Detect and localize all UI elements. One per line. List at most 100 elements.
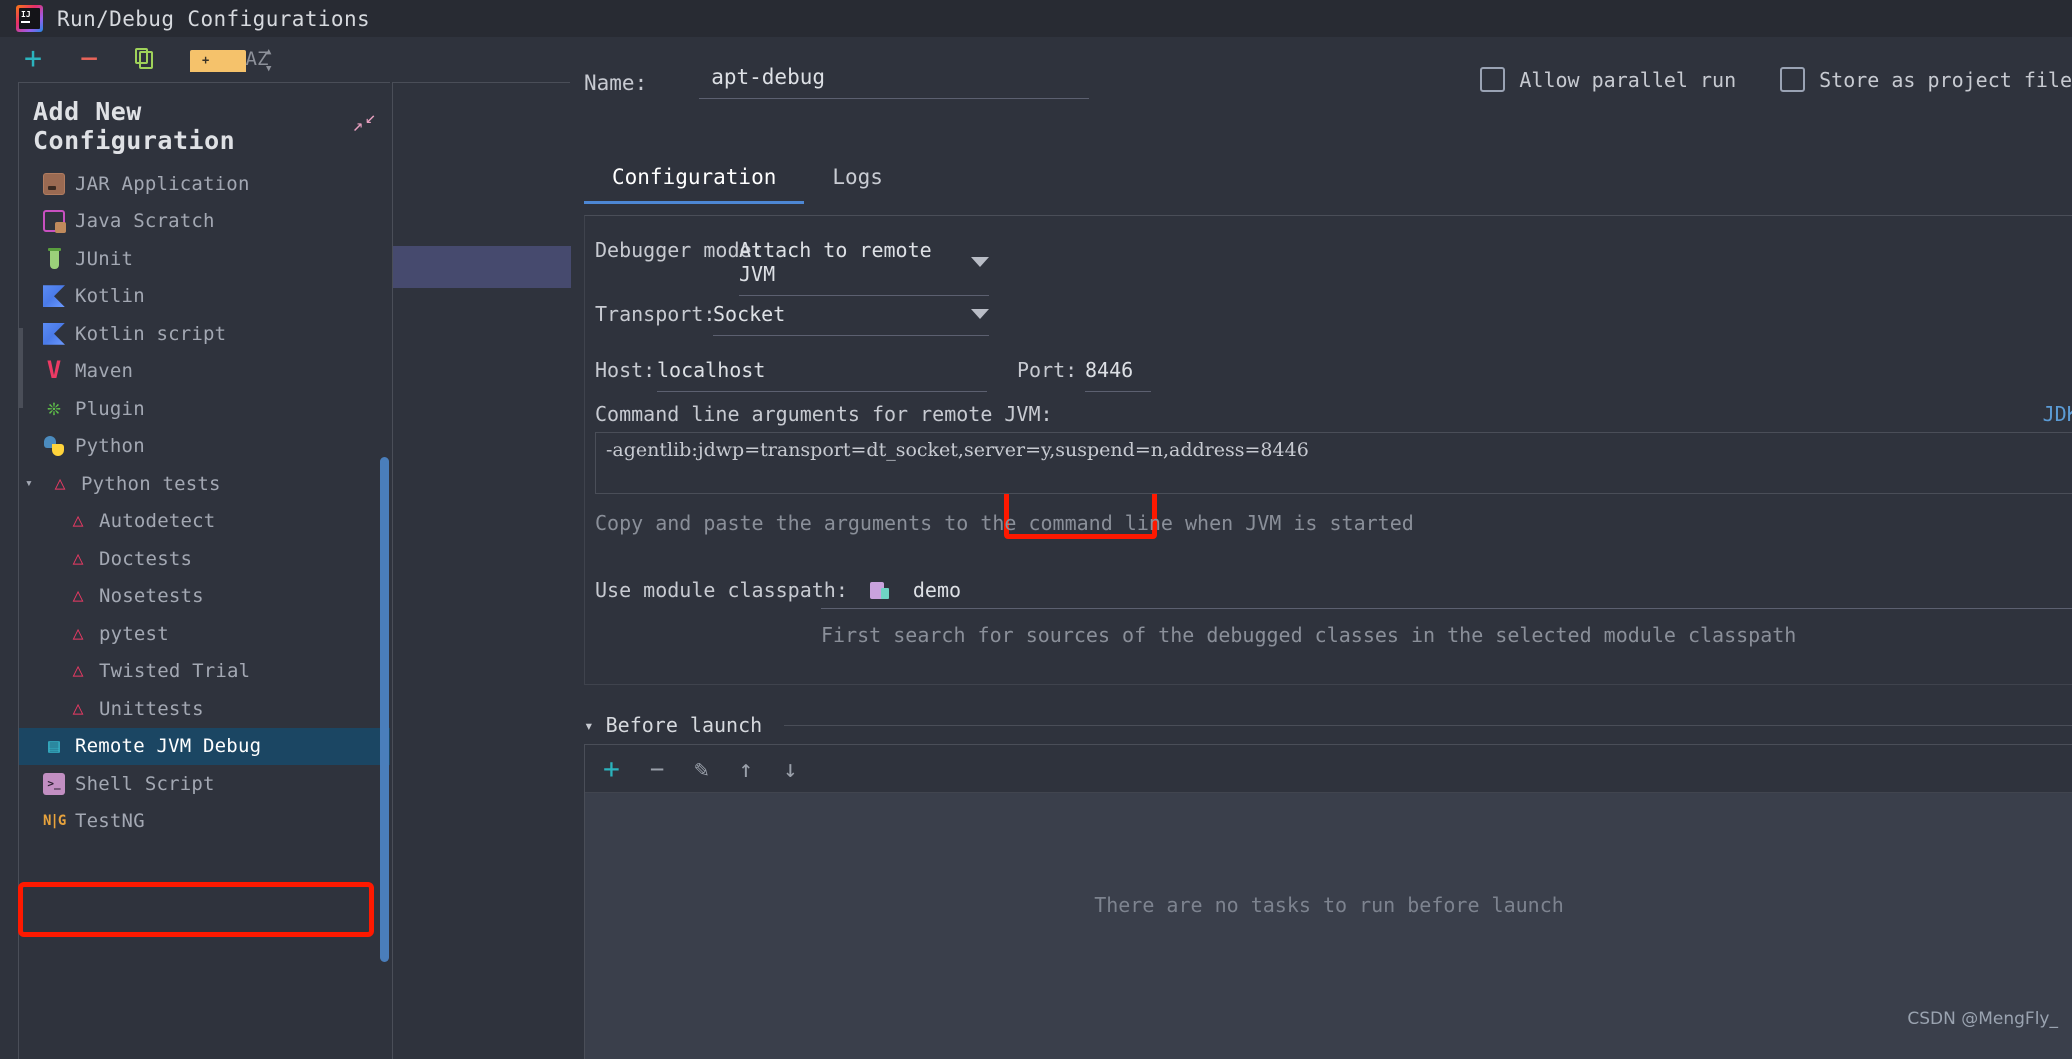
port-row: Port:	[1017, 358, 1077, 382]
add-task-button[interactable]: +	[603, 754, 620, 782]
remove-configuration-button[interactable]: −	[74, 43, 104, 74]
host-input[interactable]: localhost	[657, 358, 987, 392]
chevron-down-icon[interactable]: ▾	[25, 476, 39, 491]
maven-icon: V	[46, 356, 62, 385]
python-tests-icon: △	[72, 622, 84, 644]
editor-tabs[interactable]: Configuration Logs	[584, 155, 911, 204]
add-configuration-button[interactable]: +	[18, 40, 48, 76]
name-row: Name: apt-debug	[584, 65, 1090, 99]
port-value: 8446	[1085, 358, 1134, 382]
port-input[interactable]: 8446	[1085, 358, 1151, 392]
tree-item-label: TestNG	[75, 810, 145, 833]
left-panel-header: Add New Configuration ↗ ↙	[19, 83, 390, 165]
tree-item-autodetect[interactable]: △ Autodetect	[19, 503, 390, 541]
kotlin-icon	[43, 285, 65, 308]
python-tests-icon: △	[72, 547, 84, 569]
intellij-idea-logo-icon: IJ	[16, 5, 43, 32]
sort-configurations-button[interactable]: AZ ▲ ▼	[242, 44, 272, 74]
before-launch-title: Before launch	[605, 713, 763, 737]
module-classpath-label: Use module classpath:	[595, 578, 848, 602]
python-icon	[43, 435, 65, 457]
tree-item-kotlin[interactable]: Kotlin	[19, 278, 390, 316]
configuration-list-selected-band[interactable]	[393, 246, 571, 288]
tree-item-twisted-trial[interactable]: △ Twisted Trial	[19, 653, 390, 691]
left-panel-scrollbar[interactable]	[380, 457, 389, 962]
tree-item-label: Plugin	[75, 397, 145, 420]
arrow-up-icon[interactable]: ↑	[739, 757, 753, 781]
before-launch-divider	[784, 724, 2072, 726]
tab-logs[interactable]: Logs	[804, 155, 911, 204]
tree-item-shell-script[interactable]: >_ Shell Script	[19, 765, 390, 803]
remove-task-button[interactable]: −	[650, 757, 664, 781]
tree-edge-marker	[19, 328, 23, 408]
python-tests-icon: △	[72, 510, 84, 532]
plugin-icon: ❊	[47, 395, 61, 421]
tree-item-label: Maven	[75, 360, 134, 383]
python-tests-icon: △	[72, 585, 84, 607]
tree-item-unittests[interactable]: △ Unittests	[19, 690, 390, 728]
junit-icon	[43, 247, 65, 270]
host-value: localhost	[657, 358, 766, 382]
store-as-project-file-checkbox[interactable]: Store as project file	[1780, 67, 2072, 92]
sort-alphabetically-icon: AZ ▲ ▼	[245, 46, 272, 74]
host-label: Host:	[595, 358, 656, 382]
tab-configuration[interactable]: Configuration	[584, 155, 805, 204]
collapse-all-icon[interactable]: ↗ ↙	[353, 109, 376, 138]
jdk-version-label: JDK 5 - 8	[2042, 402, 2072, 426]
tree-item-nosetests[interactable]: △ Nosetests	[19, 578, 390, 616]
tree-item-java-scratch[interactable]: Java Scratch	[19, 203, 390, 241]
name-input[interactable]: apt-debug	[699, 65, 1090, 99]
allow-parallel-run-checkbox[interactable]: Allow parallel run	[1480, 67, 1736, 92]
checkbox-box	[1480, 67, 1506, 92]
pencil-icon[interactable]: ✎	[694, 757, 708, 781]
transport-value: Socket	[713, 302, 786, 326]
tree-item-remote-jvm-debug[interactable]: ▤ Remote JVM Debug	[19, 727, 390, 765]
copy-configuration-button[interactable]	[130, 44, 160, 74]
tree-item-label: JAR Application	[75, 172, 250, 195]
chevron-down-icon: ▾	[584, 715, 594, 735]
tree-item-testng[interactable]: N|G TestNG	[19, 803, 390, 841]
configuration-type-tree[interactable]: JAR Application Java Scratch JUnit Kotlin Ko…	[19, 165, 390, 840]
host-row: Host:	[595, 358, 655, 382]
transport-row: Transport:	[595, 302, 715, 326]
jar-icon	[43, 172, 65, 195]
tree-item-label: Nosetests	[99, 585, 204, 608]
tree-item-kotlin-script[interactable]: Kotlin script	[19, 315, 390, 353]
debugger-mode-dropdown[interactable]: Attach to remote JVM	[739, 238, 989, 296]
tree-item-label: Autodetect	[99, 510, 216, 533]
tree-item-label: Python	[75, 435, 145, 458]
testng-icon: N|G	[43, 813, 66, 830]
configuration-types-panel: Add New Configuration ↗ ↙ JAR Application…	[18, 82, 390, 1059]
port-label: Port:	[1017, 358, 1078, 382]
plus-icon: +	[23, 40, 43, 76]
tree-item-junit[interactable]: JUnit	[19, 240, 390, 278]
module-classpath-value[interactable]: demo	[913, 578, 961, 602]
before-launch-toolbar: + − ✎ ↑ ↓	[585, 745, 2072, 793]
before-launch-task-list[interactable]: There are no tasks to run before launch	[585, 793, 2072, 1059]
command-line-arguments-label: Command line arguments for remote JVM:	[595, 402, 1053, 426]
chevron-down-icon	[971, 309, 989, 319]
tree-item-pytest[interactable]: △ pytest	[19, 615, 390, 653]
tree-item-label: Kotlin script	[75, 322, 227, 345]
tree-item-jar-application[interactable]: JAR Application	[19, 165, 390, 203]
tree-item-python-tests[interactable]: ▾ △ Python tests	[19, 465, 390, 503]
command-line-arguments-field[interactable]: -agentlib:jdwp=transport=dt_socket,serve…	[595, 432, 2072, 494]
before-launch-header[interactable]: ▾ Before launch	[584, 713, 2072, 737]
arrow-down-icon[interactable]: ↓	[783, 757, 797, 781]
left-toolbar: + − + AZ ▲ ▼	[0, 37, 570, 80]
debugger-mode-value: Attach to remote JVM	[739, 238, 932, 286]
tree-item-plugin[interactable]: ❊ Plugin	[19, 390, 390, 428]
kotlin-script-icon	[43, 322, 65, 345]
tree-item-label: JUnit	[75, 247, 134, 270]
tree-item-doctests[interactable]: △ Doctests	[19, 540, 390, 578]
module-classpath-underline	[821, 608, 2072, 609]
transport-dropdown[interactable]: Socket	[713, 302, 989, 336]
tree-item-label: Doctests	[99, 547, 193, 570]
remote-jvm-debug-icon: ▤	[48, 735, 60, 758]
tree-item-label: Kotlin	[75, 285, 145, 308]
new-folder-button[interactable]: +	[186, 44, 246, 74]
tree-item-python[interactable]: Python	[19, 428, 390, 466]
window-title: Run/Debug Configurations	[57, 6, 371, 31]
tree-item-label: Twisted Trial	[99, 660, 251, 683]
tree-item-maven[interactable]: V Maven	[19, 353, 390, 391]
